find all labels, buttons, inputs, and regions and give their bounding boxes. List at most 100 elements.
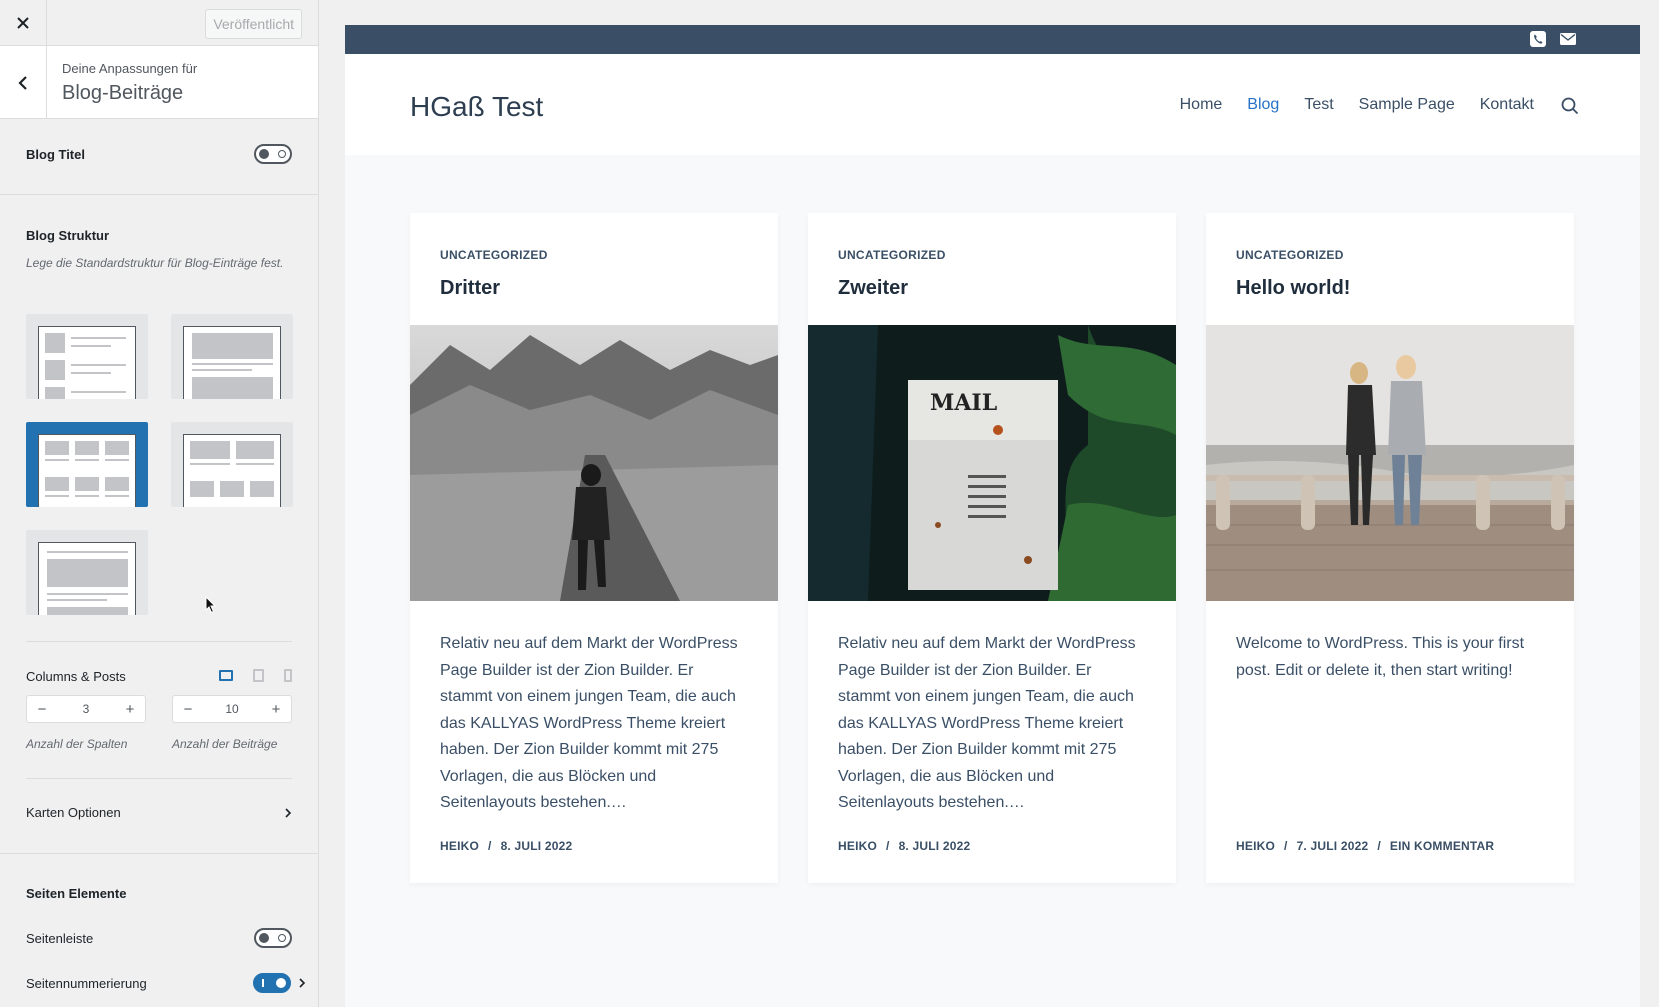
nav-item-test[interactable]: Test <box>1304 96 1333 114</box>
top-contact-bar <box>345 25 1640 54</box>
post-title[interactable]: Zweiter <box>838 277 908 300</box>
post-excerpt: Welcome to WordPress. This is your first… <box>1236 635 1525 679</box>
card-options-row[interactable]: Karten Optionen <box>26 805 292 820</box>
post-date[interactable]: 7. JULI 2022 <box>1297 839 1369 853</box>
post-author[interactable]: HEIKO <box>1236 839 1275 853</box>
post-meta: HEIKO / 7. JULI 2022 / EIN KOMMENTAR <box>1236 839 1494 853</box>
site-title[interactable]: HGaß Test <box>410 91 543 123</box>
sidebar-option-label: Seitenleiste <box>26 930 94 946</box>
layout-block <box>45 441 69 455</box>
layout-option-list[interactable] <box>26 314 148 399</box>
site-header: HGaß Test Home Blog Test Sample Page Kon… <box>345 54 1640 155</box>
layout-preview-frame <box>38 542 136 615</box>
layout-preview-frame <box>38 326 136 399</box>
layout-line <box>190 463 230 465</box>
layout-line <box>236 463 274 465</box>
phone-icon[interactable] <box>1530 31 1546 47</box>
layout-line <box>45 459 69 461</box>
layout-block <box>75 477 99 491</box>
tablet-icon[interactable] <box>253 669 264 682</box>
columns-value[interactable]: 3 <box>83 702 90 716</box>
layout-line <box>45 495 69 497</box>
close-icon <box>17 17 29 29</box>
post-category[interactable]: UNCATEGORIZED <box>838 248 946 262</box>
layout-preview-frame <box>183 326 281 399</box>
pagination-toggle[interactable] <box>253 973 291 993</box>
layout-block <box>192 377 273 399</box>
post-author[interactable]: HEIKO <box>440 839 479 853</box>
post-thumbnail[interactable]: MAIL <box>808 325 1176 601</box>
toggle-knob <box>259 933 269 943</box>
columns-posts-label: Columns & Posts <box>26 669 126 684</box>
divider <box>26 778 292 779</box>
sidebar-toggle[interactable] <box>254 928 292 948</box>
post-thumbnail[interactable] <box>410 325 778 601</box>
chevron-right-icon[interactable] <box>299 978 306 988</box>
nav-item-home[interactable]: Home <box>1180 96 1223 114</box>
desktop-icon[interactable] <box>219 670 233 681</box>
nav-item-kontakt[interactable]: Kontakt <box>1480 96 1534 114</box>
pagination-option: Seitennummerierung <box>26 973 306 993</box>
publish-button[interactable]: Veröffentlicht <box>205 9 302 39</box>
post-card: UNCATEGORIZED Hello world! Welcome to Wo… <box>1206 213 1574 883</box>
blog-title-toggle[interactable] <box>254 144 292 164</box>
post-category[interactable]: UNCATEGORIZED <box>1236 248 1344 262</box>
nav-item-sample-page[interactable]: Sample Page <box>1359 96 1455 114</box>
layout-line <box>71 364 126 366</box>
page-elements-label: Seiten Elemente <box>26 886 127 901</box>
mobile-icon[interactable] <box>284 669 292 682</box>
close-customizer-button[interactable] <box>0 0 47 46</box>
posts-value[interactable]: 10 <box>225 702 238 716</box>
layout-option-simple[interactable] <box>171 314 293 399</box>
layout-line <box>71 372 111 374</box>
layout-line <box>75 495 99 497</box>
post-excerpt: Relativ neu auf dem Markt der WordPress … <box>440 635 738 811</box>
layout-line <box>47 599 107 601</box>
layout-block <box>192 333 273 359</box>
mail-icon[interactable] <box>1560 33 1576 45</box>
post-card: UNCATEGORIZED Zweiter MAIL Relativ neu a… <box>808 213 1176 883</box>
layout-option-featured-grid[interactable] <box>171 422 293 507</box>
blog-title-label: Blog Titel <box>26 146 85 162</box>
toggle-knob <box>276 978 286 988</box>
layout-block <box>45 477 69 491</box>
layout-line <box>105 495 129 497</box>
layout-block <box>220 481 244 497</box>
divider <box>26 641 292 642</box>
post-thumbnail[interactable] <box>1206 325 1574 601</box>
section-header: Deine Anpassungen für Blog-Beiträge <box>0 46 318 119</box>
layout-block <box>190 481 214 497</box>
layout-line <box>47 593 128 595</box>
post-date[interactable]: 8. JULI 2022 <box>899 839 971 853</box>
post-date[interactable]: 8. JULI 2022 <box>501 839 573 853</box>
layout-option-grid-3[interactable] <box>26 422 148 507</box>
meta-separator: / <box>488 839 492 853</box>
post-title[interactable]: Hello world! <box>1236 277 1350 300</box>
main-navigation: Home Blog Test Sample Page Kontakt <box>1180 96 1534 114</box>
layout-block <box>45 387 65 399</box>
post-category[interactable]: UNCATEGORIZED <box>440 248 548 262</box>
columns-stepper[interactable]: − 3 + <box>26 695 146 723</box>
post-excerpt: Relativ neu auf dem Markt der WordPress … <box>838 635 1136 811</box>
toggle-off-indicator <box>278 934 286 942</box>
nav-item-blog[interactable]: Blog <box>1247 96 1279 114</box>
posts-stepper[interactable]: − 10 + <box>172 695 292 723</box>
layout-line <box>71 345 111 347</box>
back-button[interactable] <box>0 46 47 119</box>
minus-icon[interactable]: − <box>35 701 49 718</box>
post-meta: HEIKO / 8. JULI 2022 <box>838 839 970 853</box>
layout-option-wide[interactable] <box>26 530 148 615</box>
post-author[interactable]: HEIKO <box>838 839 877 853</box>
search-icon[interactable] <box>1561 97 1579 115</box>
plus-icon[interactable]: + <box>269 701 283 718</box>
layout-block <box>75 441 99 455</box>
layout-preview-frame <box>38 434 136 507</box>
site-preview: HGaß Test Home Blog Test Sample Page Kon… <box>345 25 1640 1007</box>
layout-block <box>105 441 129 455</box>
minus-icon[interactable]: − <box>181 701 195 718</box>
blog-structure-label: Blog Struktur <box>26 228 110 243</box>
layout-line <box>75 459 99 461</box>
post-comments[interactable]: EIN KOMMENTAR <box>1390 839 1494 853</box>
plus-icon[interactable]: + <box>123 701 137 718</box>
post-title[interactable]: Dritter <box>440 277 500 300</box>
